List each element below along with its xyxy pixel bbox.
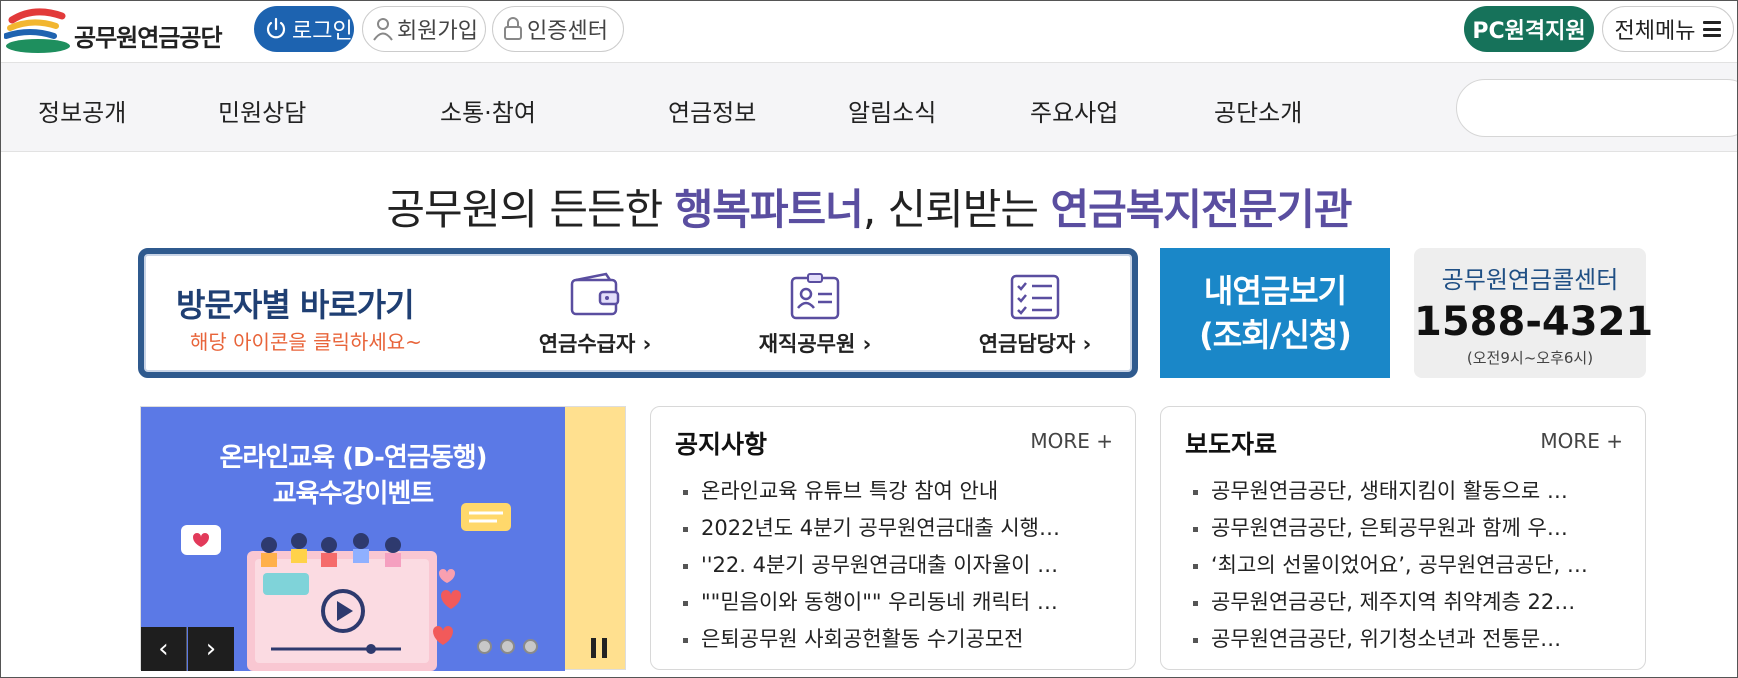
list-item[interactable]: 은퇴공무원 사회공헌활동 수기공모전	[681, 621, 1121, 658]
cert-label: 인증센터	[527, 19, 608, 44]
visitor-link-pension-officer[interactable]: 연금담당자 ›	[960, 272, 1110, 368]
list-item[interactable]: 공무원연금공단, 생태지킴이 활동으로 …	[1191, 473, 1631, 510]
slogan-highlight2: 연금복지전문기관	[1050, 185, 1352, 234]
login-label: 로그인	[292, 19, 353, 44]
visitor-shortcuts: 방문자별 바로가기 해당 아이콘을 클릭하세요~ 연금수급자 › 재직공무원 ›	[138, 248, 1138, 378]
search-input[interactable]	[1456, 79, 1738, 137]
slogan: 공무원의 든든한 행복파트너, 신뢰받는 연금복지전문기관	[0, 176, 1738, 237]
list-item[interactable]: 공무원연금공단, 제주지역 취약계층 22…	[1191, 584, 1631, 621]
visitor-title: 방문자별 바로가기	[176, 286, 415, 324]
banner-carousel: 온라인교육 (D-연금동행) 교육수강이벤트 ‹ ›	[140, 406, 626, 671]
list-item[interactable]: 온라인교육 유튜브 특강 참여 안내	[681, 473, 1121, 510]
my-pension-line2: (조회/신청)	[1199, 316, 1352, 354]
nav-item-info-disclosure[interactable]: 정보공개	[38, 93, 126, 128]
list-item[interactable]: 2022년도 4분기 공무원연금대출 시행…	[681, 510, 1121, 547]
nav-item-about[interactable]: 공단소개	[1214, 93, 1302, 128]
all-menu-button[interactable]: 전체메뉴	[1602, 6, 1734, 52]
banner-title-line1: 온라인교육 (D-연금동행)	[219, 443, 488, 473]
call-center-hours: (오전9시~오후6시)	[1466, 349, 1594, 367]
banner-dot[interactable]	[500, 639, 515, 654]
banner-slide[interactable]: 온라인교육 (D-연금동행) 교육수강이벤트 ‹ ›	[141, 407, 565, 671]
pause-icon	[591, 638, 596, 658]
all-menu-label: 전체메뉴	[1614, 19, 1696, 44]
nav-item-participation[interactable]: 소통·참여	[440, 93, 536, 128]
call-center-title: 공무원연금콜센터	[1441, 266, 1619, 294]
list-item[interactable]: ''22. 4분기 공무원연금대출 이자율이 …	[681, 547, 1121, 584]
visitor-link-label: 연금수급자	[538, 332, 636, 356]
wallet-icon	[570, 272, 620, 316]
user-icon	[373, 18, 393, 41]
site-logo[interactable]: 공무원연금공단	[3, 6, 244, 56]
banner-prev-button[interactable]: ‹	[141, 627, 187, 671]
login-button[interactable]: 로그인	[254, 6, 354, 52]
my-pension-button[interactable]: 내연금보기 (조회/신청)	[1160, 248, 1390, 378]
visitor-subtitle: 해당 아이콘을 클릭하세요~	[190, 330, 422, 354]
top-bar: 공무원연금공단 로그인 회원가입 인증센터 PC원격지원 전체메뉴	[0, 0, 1738, 62]
visitor-link-label: 재직공무원	[758, 332, 856, 356]
list-item[interactable]: ‘최고의 선물이었어요’, 공무원연금공단, …	[1191, 547, 1631, 584]
nav-item-civil-service[interactable]: 민원상담	[218, 93, 306, 128]
logo-text: 공무원연금공단	[74, 24, 223, 52]
pc-remote-support-button[interactable]: PC원격지원	[1464, 6, 1594, 52]
pc-support-label: PC원격지원	[1472, 19, 1586, 44]
banner-pagination	[477, 639, 538, 654]
visitor-link-civil-servant[interactable]: 재직공무원 ›	[740, 272, 890, 368]
nav-item-pension-info[interactable]: 연금정보	[668, 93, 756, 128]
notice-list: 온라인교육 유튜브 특강 참여 안내 2022년도 4분기 공무원연금대출 시행…	[681, 473, 1121, 658]
list-item[interactable]: 공무원연금공단, 위기청소년과 전통문…	[1191, 621, 1631, 658]
slogan-highlight1: 행복파트너	[674, 185, 864, 234]
cert-center-button[interactable]: 인증센터	[492, 6, 624, 52]
press-board: 보도자료 MORE + 공무원연금공단, 생태지킴이 활동으로 … 공무원연금공…	[1160, 406, 1646, 670]
lock-icon	[504, 17, 522, 40]
power-icon	[266, 17, 286, 39]
banner-dot[interactable]	[523, 639, 538, 654]
logo-mark-icon	[3, 8, 70, 53]
hamburger-icon	[1703, 21, 1722, 37]
my-pension-line1: 내연금보기	[1203, 272, 1347, 310]
id-card-icon	[790, 273, 840, 320]
call-center-number: 1588-4321	[1414, 299, 1654, 345]
press-list: 공무원연금공단, 생태지킴이 활동으로 … 공무원연금공단, 은퇴공무원과 함께…	[1191, 473, 1631, 658]
nav-item-projects[interactable]: 주요사업	[1030, 93, 1118, 128]
press-more-link[interactable]: MORE +	[1540, 429, 1623, 453]
notice-title: 공지사항	[675, 430, 768, 459]
banner-dot[interactable]	[477, 639, 492, 654]
join-label: 회원가입	[397, 19, 478, 44]
slogan-part1: 공무원의 든든한	[386, 185, 675, 234]
visitor-link-pensioner[interactable]: 연금수급자 ›	[520, 272, 670, 368]
banner-pause-button[interactable]	[579, 631, 619, 665]
slogan-part2: , 신뢰받는	[862, 185, 1051, 234]
main-nav: 정보공개 민원상담 소통·참여 연금정보 알림소식 주요사업 공단소개	[0, 62, 1738, 152]
press-title: 보도자료	[1185, 430, 1278, 459]
nav-item-news[interactable]: 알림소식	[848, 93, 936, 128]
banner-next-button[interactable]: ›	[188, 627, 234, 671]
list-item[interactable]: ""믿음이와 동행이"" 우리동네 캐릭터 …	[681, 584, 1121, 621]
visitor-link-label: 연금담당자	[978, 332, 1076, 356]
checklist-icon	[1010, 274, 1060, 320]
join-button[interactable]: 회원가입	[362, 6, 486, 52]
call-center: 공무원연금콜센터 1588-4321 (오전9시~오후6시)	[1414, 248, 1654, 378]
list-item[interactable]: 공무원연금공단, 은퇴공무원과 함께 우…	[1191, 510, 1631, 547]
notice-more-link[interactable]: MORE +	[1030, 429, 1113, 453]
notice-board: 공지사항 MORE + 온라인교육 유튜브 특강 참여 안내 2022년도 4분…	[650, 406, 1136, 670]
